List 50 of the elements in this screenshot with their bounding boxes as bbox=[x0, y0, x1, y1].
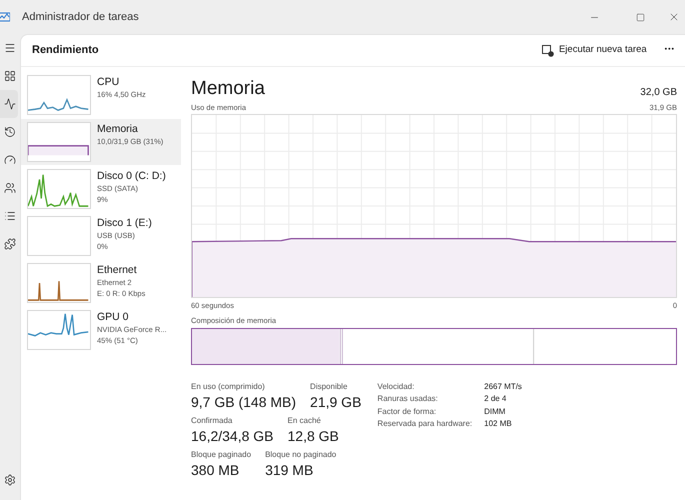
property-label: Ranuras usadas: bbox=[377, 393, 439, 406]
nav-button[interactable] bbox=[0, 90, 18, 118]
grid-icon bbox=[4, 70, 16, 82]
pulse-icon bbox=[4, 98, 16, 110]
property-value: 102 MB bbox=[484, 418, 513, 430]
property-value: DIMM bbox=[484, 406, 506, 418]
page-title: Rendimiento bbox=[32, 43, 99, 58]
usage-graph-icon bbox=[27, 263, 91, 303]
usage-graph-icon bbox=[27, 310, 91, 350]
usage-graph-icon bbox=[27, 75, 91, 115]
resource-name: GPU 0 bbox=[97, 310, 129, 324]
close-icon bbox=[668, 11, 680, 23]
stat-label: Bloque no paginado bbox=[265, 448, 336, 461]
resource-name: Disco 1 (E:) bbox=[97, 216, 152, 230]
property-label: Factor de forma: bbox=[377, 406, 438, 418]
gauge-icon bbox=[4, 154, 16, 166]
stat-label: Disponible bbox=[310, 380, 348, 393]
stat-label: Bloque paginado bbox=[191, 448, 252, 461]
resource-name: Disco 0 (C: D:) bbox=[97, 169, 166, 183]
stat-label: En caché bbox=[288, 414, 322, 427]
menu-icon bbox=[4, 42, 16, 54]
capacity-text: 32,0 GB bbox=[640, 86, 677, 100]
stat-value: 9,7 GB (148 MB) bbox=[191, 392, 296, 411]
stat-label: En uso (comprimido) bbox=[191, 380, 266, 393]
clock-icon bbox=[4, 126, 16, 138]
stat-value: 319 MB bbox=[265, 460, 314, 479]
usage-graph-icon bbox=[27, 169, 91, 209]
stat-value: 380 MB bbox=[191, 460, 240, 479]
resource-name: Memoria bbox=[97, 122, 138, 136]
stat-value: 16,2/34,8 GB bbox=[191, 426, 274, 445]
property-label: Velocidad: bbox=[377, 380, 416, 393]
stat-value: 21,9 GB bbox=[310, 392, 362, 411]
resource-name: CPU bbox=[97, 75, 120, 89]
stat-label: Confirmada bbox=[191, 414, 234, 427]
new-task-icon bbox=[542, 44, 554, 56]
settings-icon bbox=[4, 474, 16, 486]
resource-name: Ethernet bbox=[97, 263, 137, 277]
usage-graph-icon bbox=[27, 216, 91, 256]
puzzle-icon bbox=[4, 238, 16, 250]
maximize-icon bbox=[636, 12, 644, 22]
app-icon bbox=[0, 12, 10, 22]
property-label: Reservada para hardware: bbox=[377, 418, 472, 430]
run-task-button[interactable]: Ejecutar nueva tarea bbox=[538, 40, 651, 62]
detail-title: Memoria bbox=[191, 78, 265, 100]
users-icon bbox=[4, 182, 16, 194]
stat-value: 12,8 GB bbox=[288, 426, 339, 445]
property-value: 2 de 4 bbox=[484, 393, 508, 406]
window-title: Administrador de tareas bbox=[22, 10, 139, 25]
usage-graph-icon bbox=[27, 122, 91, 162]
property-value: 2667 MT/s bbox=[484, 380, 522, 393]
